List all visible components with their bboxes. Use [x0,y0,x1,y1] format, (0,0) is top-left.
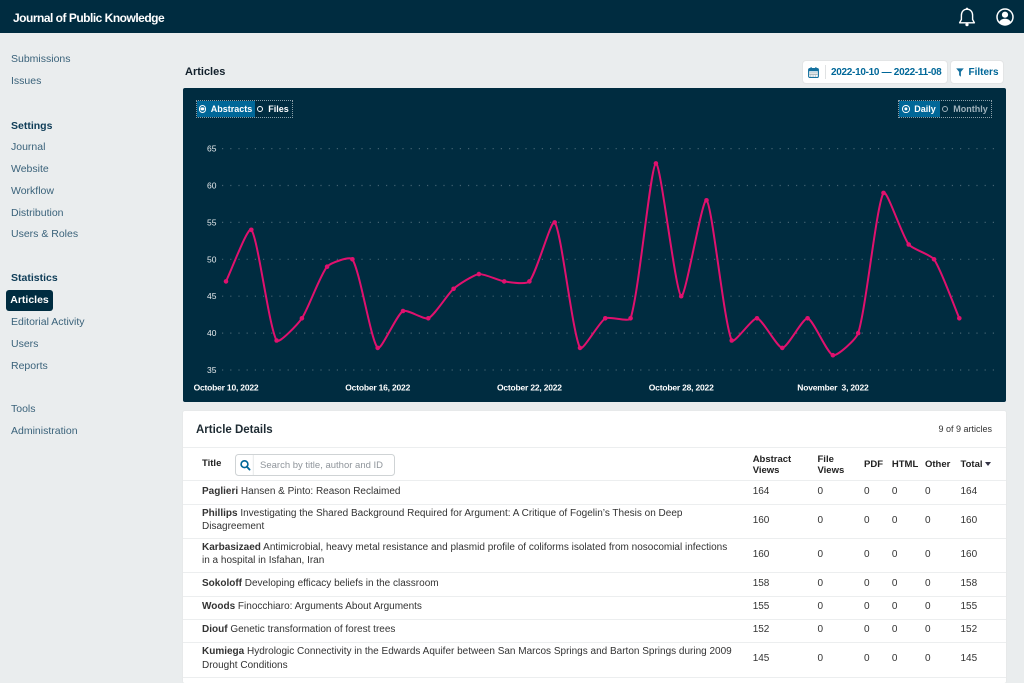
svg-text:35: 35 [207,365,217,375]
svg-text:November 3, 2022: November 3, 2022 [797,383,869,393]
svg-text:60: 60 [207,181,217,191]
svg-text:50: 50 [207,254,217,264]
svg-text:55: 55 [207,217,217,227]
svg-text:October 16, 2022: October 16, 2022 [345,383,410,393]
svg-text:45: 45 [207,291,217,301]
svg-text:October 10, 2022: October 10, 2022 [194,383,259,393]
svg-text:65: 65 [207,144,217,154]
svg-text:October 28, 2022: October 28, 2022 [649,383,714,393]
svg-text:October 22, 2022: October 22, 2022 [497,383,562,393]
svg-text:40: 40 [207,328,217,338]
